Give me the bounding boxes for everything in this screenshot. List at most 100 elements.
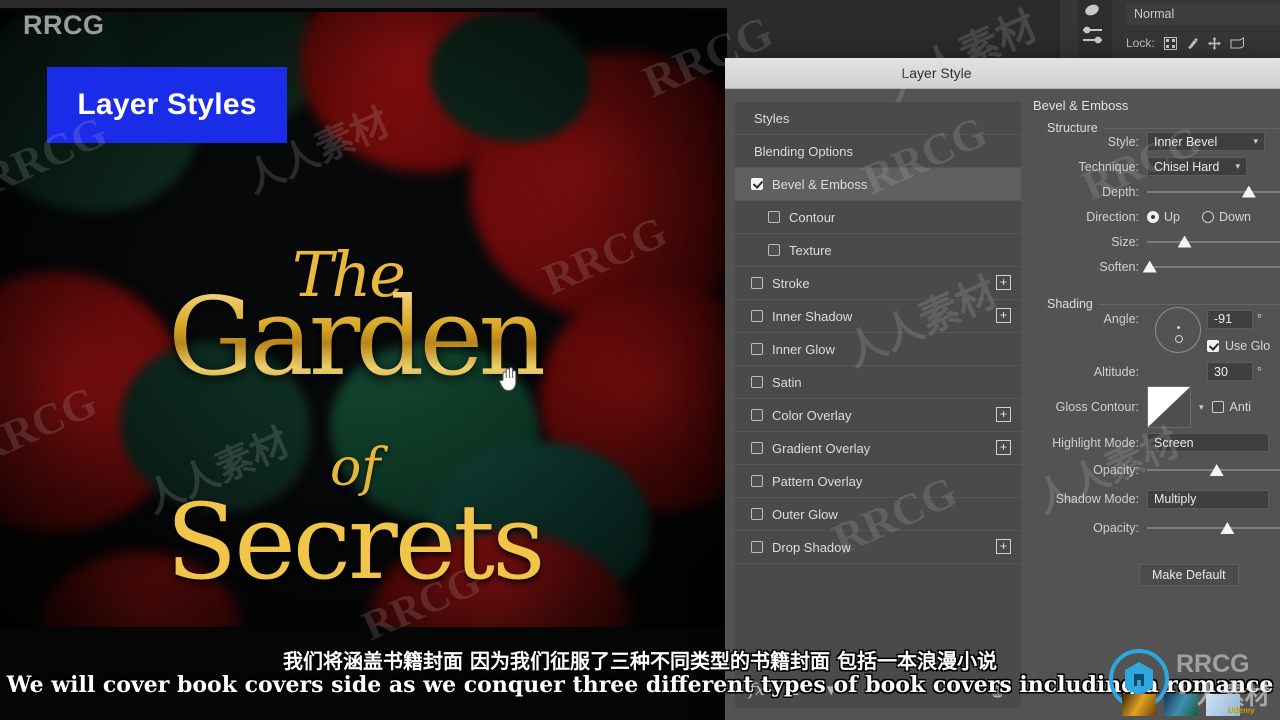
effect-item[interactable]: Drop Shadow +: [735, 531, 1021, 564]
effect-checkbox[interactable]: [751, 409, 763, 421]
effect-item[interactable]: Styles: [735, 102, 1021, 135]
add-effect-button[interactable]: +: [996, 275, 1011, 290]
effect-item[interactable]: Texture: [735, 234, 1021, 267]
effect-checkbox[interactable]: [751, 343, 763, 355]
effect-label: Contour: [789, 209, 836, 225]
style-select[interactable]: Inner Bevel ▾: [1147, 132, 1265, 151]
shadow-opacity-row: Opacity:: [1047, 514, 1280, 542]
add-effect-button[interactable]: +: [996, 539, 1011, 554]
effect-item[interactable]: Blending Options: [735, 135, 1021, 168]
angle-value: -91: [1214, 312, 1233, 326]
effect-item[interactable]: Inner Shadow +: [735, 300, 1021, 333]
shadow-mode-value: Multiply: [1154, 492, 1197, 506]
effect-checkbox[interactable]: [768, 244, 780, 256]
effect-checkbox[interactable]: [751, 442, 763, 454]
anti-alias-checkbox[interactable]: [1211, 401, 1224, 413]
gloss-contour-swatch[interactable]: [1147, 386, 1191, 428]
add-effect-button[interactable]: +: [996, 308, 1011, 323]
rrcg-brand-text: RRCG: [1176, 650, 1250, 678]
rrcg-corner-watermark: RRCG: [23, 10, 105, 40]
effect-checkbox[interactable]: [751, 508, 763, 520]
effect-item[interactable]: Color Overlay +: [735, 399, 1021, 432]
effect-item[interactable]: Satin: [735, 366, 1021, 399]
effect-checkbox[interactable]: [768, 211, 780, 223]
effect-item[interactable]: Contour: [735, 201, 1021, 234]
soften-row: Soften:: [1047, 254, 1280, 279]
add-effect-button[interactable]: +: [996, 440, 1011, 455]
shadow-opacity-slider[interactable]: [1147, 520, 1280, 536]
highlight-mode-select[interactable]: Screen: [1147, 433, 1269, 452]
add-effect-button[interactable]: +: [996, 407, 1011, 422]
lock-position-icon[interactable]: [1207, 36, 1221, 50]
direction-down-label: Down: [1218, 209, 1251, 224]
screen: The Garden of Secrets Layer Styles RRCG …: [0, 0, 1280, 720]
effect-checkbox[interactable]: [751, 475, 763, 487]
angle-label: Angle:: [1103, 312, 1139, 326]
effect-checkbox[interactable]: [751, 376, 763, 388]
lock-transparent-pixels-icon[interactable]: [1163, 36, 1177, 50]
effect-checkbox[interactable]: [751, 178, 763, 190]
effect-item[interactable]: Stroke +: [735, 267, 1021, 300]
style-row: Style: Inner Bevel ▾: [1047, 129, 1280, 154]
udemy-label: Udemy: [1228, 706, 1255, 715]
effect-item[interactable]: Gradient Overlay +: [735, 432, 1021, 465]
book-cover-artwork[interactable]: The Garden of Secrets Layer Styles: [0, 12, 727, 627]
altitude-input[interactable]: 30: [1207, 362, 1253, 381]
effect-checkbox[interactable]: [751, 310, 763, 322]
angle-input[interactable]: -91: [1207, 309, 1253, 329]
highlight-opacity-slider[interactable]: [1147, 462, 1280, 478]
effect-item[interactable]: Inner Glow: [735, 333, 1021, 366]
technique-select[interactable]: Chisel Hard ▾: [1147, 157, 1247, 176]
effect-label: Satin: [772, 374, 802, 390]
use-global-light-checkbox[interactable]: [1207, 339, 1219, 352]
thumbnail[interactable]: [1122, 694, 1156, 716]
depth-slider[interactable]: [1147, 184, 1280, 200]
shading-group: Shading Angle: -91 ° Use Glo Altitude: 3…: [1047, 293, 1280, 542]
shadow-mode-select[interactable]: Multiply: [1147, 489, 1269, 509]
direction-down-radio[interactable]: [1201, 210, 1214, 223]
hand-cursor: [499, 367, 517, 392]
effect-item[interactable]: Pattern Overlay: [735, 465, 1021, 498]
lock-label: Lock:: [1126, 36, 1155, 50]
highlight-opacity-label: Opacity:: [1093, 463, 1139, 477]
chevron-down-icon[interactable]: ▾: [1199, 402, 1204, 413]
layer-styles-callout: Layer Styles: [47, 67, 287, 143]
size-slider[interactable]: [1147, 234, 1280, 250]
altitude-value: 30: [1214, 364, 1228, 379]
soften-label: Soften:: [1099, 259, 1139, 274]
lock-artboard-icon[interactable]: [1230, 36, 1245, 50]
blend-mode-value: Normal: [1134, 7, 1175, 21]
technique-row: Technique: Chisel Hard ▾: [1047, 154, 1280, 179]
lock-image-pixels-icon[interactable]: [1186, 37, 1199, 50]
altitude-row: Altitude: 30 °: [1047, 358, 1280, 385]
effect-item[interactable]: Outer Glow: [735, 498, 1021, 531]
effect-label: Blending Options: [754, 143, 854, 159]
shadow-mode-row: Shadow Mode: Multiply: [1047, 484, 1280, 514]
adjustment-icons-column[interactable]: [1078, 0, 1112, 58]
highlight-opacity-row: Opacity:: [1047, 456, 1280, 484]
degree-symbol: °: [1257, 312, 1262, 326]
subtitle-english: We will cover book covers side as we con…: [6, 672, 1274, 698]
dialog-title: Layer Style: [901, 65, 972, 81]
highlight-mode-row: Highlight Mode: Screen: [1047, 429, 1280, 456]
soften-slider[interactable]: [1142, 259, 1280, 275]
effect-checkbox[interactable]: [751, 541, 763, 553]
effect-label: Gradient Overlay: [772, 440, 871, 456]
effect-label: Bevel & Emboss: [772, 176, 868, 192]
lock-row: Lock:: [1126, 32, 1245, 54]
effect-label: Outer Glow: [772, 506, 838, 522]
gloss-contour-label: Gloss Contour:: [1055, 400, 1139, 414]
make-default-button[interactable]: Make Default: [1139, 564, 1239, 586]
altitude-label: Altitude:: [1093, 364, 1139, 379]
chevron-down-icon: ▾: [1253, 136, 1258, 146]
direction-up-label: Up: [1164, 209, 1180, 224]
blend-mode-select[interactable]: Normal: [1126, 3, 1280, 25]
thumbnail[interactable]: [1164, 694, 1198, 716]
direction-up-radio[interactable]: [1147, 210, 1159, 223]
shadow-mode-label: Shadow Mode:: [1055, 492, 1139, 506]
structure-group: Structure Style: Inner Bevel ▾ Technique…: [1047, 117, 1280, 279]
effect-label: Color Overlay: [772, 407, 852, 423]
effect-item[interactable]: Bevel & Emboss: [735, 168, 1021, 201]
effects-list[interactable]: Styles Blending Options Bevel & Emboss Cont…: [735, 102, 1021, 708]
effect-checkbox[interactable]: [751, 277, 763, 289]
